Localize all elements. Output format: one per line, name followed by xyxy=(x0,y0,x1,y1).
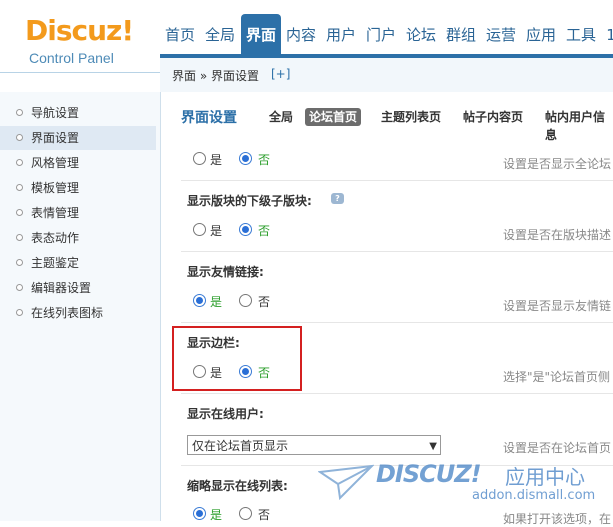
row5-no-label: 否 xyxy=(258,508,271,522)
row1-yes-label: 是 xyxy=(210,224,223,238)
logo-word: Discuz! xyxy=(25,14,134,47)
top-nav: 首页 全局 界面 内容 用户 门户 论坛 群组 运营 应用 工具 1 xyxy=(160,14,613,54)
bullet-icon xyxy=(16,259,23,266)
watermark-url: addon.dismall.com xyxy=(472,488,596,503)
row0-yes-radio[interactable] xyxy=(193,152,206,165)
row-separator xyxy=(181,251,613,252)
row0-yes-label: 是 xyxy=(210,153,223,167)
sidebar-item-label: 模板管理 xyxy=(31,181,80,195)
tab-global[interactable]: 全局 xyxy=(265,108,297,126)
sidebar-item-label: 编辑器设置 xyxy=(31,281,92,295)
row0-desc: 设置是否显示全论坛 xyxy=(503,157,612,171)
bullet-icon xyxy=(16,159,23,166)
sidebar-item-smilies[interactable]: 表情管理 xyxy=(0,201,156,225)
watermark-word: DISCUZ! xyxy=(376,460,482,488)
nav-item-users[interactable]: 用户 xyxy=(321,14,361,54)
select-value: 仅在论坛首页显示 xyxy=(192,439,289,453)
help-icon[interactable]: ? xyxy=(331,193,344,204)
sidebar-item-label: 表情管理 xyxy=(31,206,80,220)
online-users-select[interactable]: 仅在论坛首页显示 ▼ xyxy=(187,435,441,455)
row2-yes-label: 是 xyxy=(210,295,223,309)
nav-item-forum[interactable]: 论坛 xyxy=(401,14,441,54)
breadcrumb: 界面 » 界面设置 [+] xyxy=(160,58,613,93)
row5-yes-label: 是 xyxy=(210,508,223,522)
sidebar-item-editor[interactable]: 编辑器设置 xyxy=(0,276,156,300)
page-title: 界面设置 xyxy=(181,110,237,126)
row1-desc: 设置是否在版块描述 xyxy=(503,228,612,242)
sidebar-item-styles[interactable]: 风格管理 xyxy=(0,151,156,175)
tab-thread-list[interactable]: 主题列表页 xyxy=(377,108,445,126)
sidebar-item-nav-settings[interactable]: 导航设置 xyxy=(0,101,156,125)
row5-title: 缩略显示在线列表: xyxy=(187,479,288,493)
row5-yes-radio[interactable] xyxy=(193,507,206,520)
bullet-icon xyxy=(16,109,23,116)
nav-item-global[interactable]: 全局 xyxy=(200,14,240,54)
nav-item-portal[interactable]: 门户 xyxy=(361,14,401,54)
row0-no-radio[interactable] xyxy=(239,152,252,165)
nav-item-apps[interactable]: 应用 xyxy=(521,14,561,54)
row1-yes-radio[interactable] xyxy=(193,223,206,236)
nav-item-content[interactable]: 内容 xyxy=(281,14,321,54)
bullet-icon xyxy=(16,184,23,191)
annotation-highlight-box xyxy=(172,326,302,391)
row2-yes-radio[interactable] xyxy=(193,294,206,307)
row2-desc: 设置是否显示友情链 xyxy=(503,299,612,313)
row2-no-label: 否 xyxy=(258,295,271,309)
bullet-icon xyxy=(16,309,23,316)
row1-no-label: 否 xyxy=(258,224,271,238)
nav-item-tools[interactable]: 工具 xyxy=(561,14,601,54)
logo-subtitle: Control Panel xyxy=(29,50,114,66)
nav-item-ui[interactable]: 界面 xyxy=(241,14,281,54)
row4-title: 显示在线用户: xyxy=(187,407,264,421)
row5-no-radio[interactable] xyxy=(239,507,252,520)
sidebar-item-thread-stamps[interactable]: 主题鉴定 xyxy=(0,251,156,275)
main-content: 界面设置 全局 论坛首页 主题列表页 帖子内容页 帖内用户信息 是 否 设置是否… xyxy=(161,92,613,526)
logo-divider xyxy=(0,72,160,73)
tab-post-content[interactable]: 帖子内容页 xyxy=(459,108,527,126)
bullet-icon xyxy=(16,209,23,216)
logo[interactable]: Discuz! Control Panel xyxy=(0,0,160,92)
chevron-down-icon: ▼ xyxy=(429,441,437,452)
sidebar: 导航设置 界面设置 风格管理 模板管理 表情管理 表态动作 主题鉴定 编辑器设置… xyxy=(0,92,161,521)
paper-plane-icon xyxy=(318,464,374,500)
sidebar-item-label: 风格管理 xyxy=(31,156,80,170)
sidebar-item-templates[interactable]: 模板管理 xyxy=(0,176,156,200)
nav-item-more[interactable]: 1 xyxy=(601,14,613,54)
row-separator xyxy=(181,180,613,181)
sidebar-item-label: 导航设置 xyxy=(31,106,80,120)
nav-item-groups[interactable]: 群组 xyxy=(441,14,481,54)
row1-title: 显示版块的下级子版块: xyxy=(187,194,312,208)
tab-forum-index[interactable]: 论坛首页 xyxy=(305,108,362,126)
sidebar-item-label: 在线列表图标 xyxy=(31,306,104,320)
sidebar-item-label: 表态动作 xyxy=(31,231,80,245)
bullet-icon xyxy=(16,234,23,241)
row2-no-radio[interactable] xyxy=(239,294,252,307)
tab-post-user-info[interactable]: 帖内用户信息 xyxy=(541,108,613,142)
row2-title: 显示友情链接: xyxy=(187,265,264,279)
sidebar-item-reactions[interactable]: 表态动作 xyxy=(0,226,156,250)
row-separator xyxy=(181,393,613,394)
add-shortcut-button[interactable]: [+] xyxy=(271,67,290,81)
nav-item-operations[interactable]: 运营 xyxy=(481,14,521,54)
watermark: DISCUZ! 应用中心 addon.dismall.com xyxy=(318,460,613,521)
breadcrumb-path: 界面 » 界面设置 xyxy=(172,69,259,83)
sidebar-item-label: 主题鉴定 xyxy=(31,256,80,270)
header: Discuz! Control Panel 首页 全局 界面 内容 用户 门户 … xyxy=(0,0,613,93)
row-separator xyxy=(181,322,613,323)
row1-no-radio[interactable] xyxy=(239,223,252,236)
bullet-icon xyxy=(16,134,23,141)
settings-tabs: 界面设置 全局 论坛首页 主题列表页 帖子内容页 帖内用户信息 xyxy=(161,92,613,142)
row0-no-label: 否 xyxy=(258,153,271,167)
row3-desc: 选择"是"论坛首页侧 xyxy=(503,370,611,384)
sidebar-item-label: 界面设置 xyxy=(31,131,80,145)
watermark-cn: 应用中心 xyxy=(505,465,585,489)
sidebar-item-ui-settings[interactable]: 界面设置 xyxy=(0,126,156,150)
sidebar-item-online-icons[interactable]: 在线列表图标 xyxy=(0,301,156,325)
row4-desc: 设置是否在论坛首页 xyxy=(503,441,612,455)
bullet-icon xyxy=(16,284,23,291)
nav-item-home[interactable]: 首页 xyxy=(160,14,200,54)
